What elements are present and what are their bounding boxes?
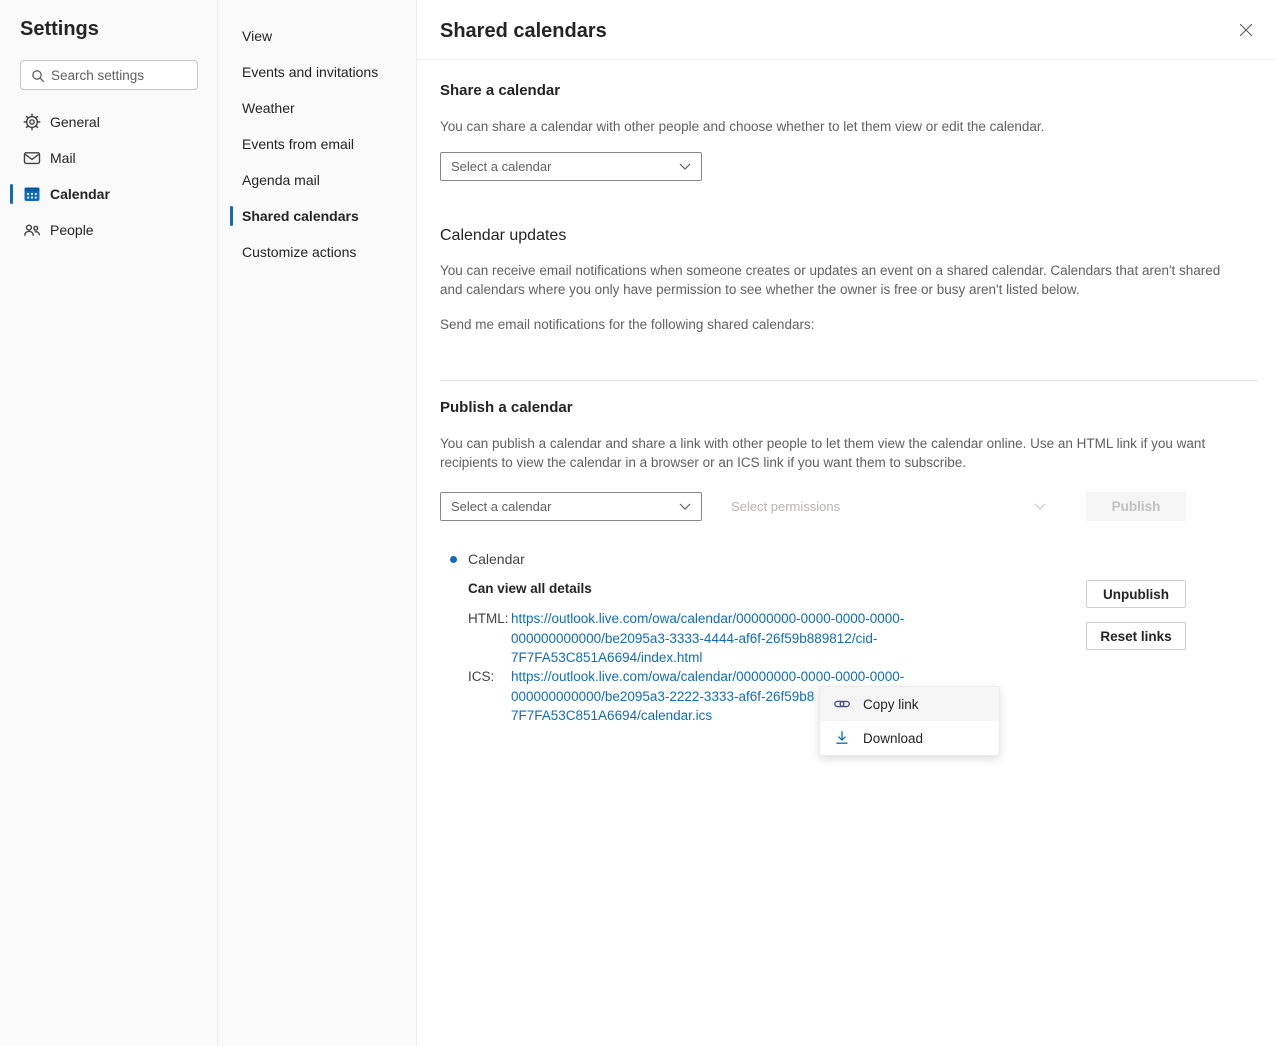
page-title: Shared calendars	[440, 20, 607, 43]
sidebar-item-mail[interactable]: Mail	[0, 140, 218, 176]
close-icon[interactable]	[1236, 20, 1256, 40]
html-link-row: HTML: https://outlook.live.com/owa/calen…	[468, 609, 904, 668]
panel-header: Shared calendars	[417, 0, 1277, 60]
calendar-updates-description: You can receive email notifications when…	[440, 261, 1240, 299]
sidebar-item-label: General	[50, 114, 100, 130]
subnav-item-weather[interactable]: Weather	[218, 90, 417, 126]
search-placeholder: Search settings	[51, 68, 144, 83]
link-context-menu: Copy link Download	[819, 686, 1000, 756]
context-menu-download[interactable]: Download	[820, 721, 999, 755]
share-calendar-select[interactable]: Select a calendar	[440, 152, 702, 181]
sidebar-nav: General Mail Calendar	[0, 104, 218, 248]
publish-calendar-select[interactable]: Select a calendar	[440, 492, 702, 521]
publish-calendar-select-value: Select a calendar	[451, 499, 679, 514]
subnav-item-events-and-invitations[interactable]: Events and invitations	[218, 54, 417, 90]
shared-calendars-panel: Shared calendars Share a calendar You ca…	[417, 0, 1277, 1046]
html-link[interactable]: https://outlook.live.com/owa/calendar/00…	[511, 609, 904, 668]
html-link-line[interactable]: https://outlook.live.com/owa/calendar/00…	[511, 609, 904, 629]
ics-link-line[interactable]: https://outlook.live.com/owa/calendar/00…	[511, 667, 904, 687]
download-icon	[833, 729, 851, 747]
sidebar-item-calendar[interactable]: Calendar	[0, 176, 218, 212]
share-calendar-select-value: Select a calendar	[451, 159, 679, 174]
published-calendar-name: Calendar	[468, 551, 525, 567]
publish-permissions-select: Select permissions	[720, 492, 1057, 521]
share-calendar-description: You can share a calendar with other peop…	[440, 117, 1240, 136]
gear-icon	[22, 112, 42, 132]
ics-label: ICS:	[468, 667, 511, 726]
settings-sidebar: Settings Search settings General Mail	[0, 0, 218, 1046]
reset-links-button[interactable]: Reset links	[1086, 622, 1186, 650]
subnav-item-events-from-email[interactable]: Events from email	[218, 126, 417, 162]
context-menu-copy-link[interactable]: Copy link	[820, 687, 999, 721]
sidebar-item-label: Calendar	[50, 186, 110, 202]
section-divider	[440, 380, 1258, 381]
mail-icon	[22, 148, 42, 168]
calendar-updates-heading: Calendar updates	[440, 227, 566, 245]
html-link-line[interactable]: 7F7FA53C851A6694/index.html	[511, 648, 904, 668]
calendar-updates-instruction: Send me email notifications for the foll…	[440, 315, 1240, 334]
published-calendar-row: Calendar	[450, 551, 525, 567]
chevron-down-icon	[679, 503, 691, 511]
context-menu-item-label: Copy link	[863, 697, 919, 712]
subnav-item-shared-calendars[interactable]: Shared calendars	[218, 198, 417, 234]
publish-button: Publish	[1086, 492, 1186, 521]
context-menu-item-label: Download	[863, 731, 923, 746]
publish-calendar-description: You can publish a calendar and share a l…	[440, 434, 1240, 472]
subnav-item-view[interactable]: View	[218, 18, 417, 54]
unpublish-button[interactable]: Unpublish	[1086, 580, 1186, 608]
html-label: HTML:	[468, 609, 511, 668]
chevron-down-icon	[1034, 503, 1046, 511]
share-calendar-heading: Share a calendar	[440, 82, 560, 99]
publish-permissions-select-value: Select permissions	[731, 499, 1034, 514]
people-icon	[22, 220, 42, 240]
subnav-item-agenda-mail[interactable]: Agenda mail	[218, 162, 417, 198]
sidebar-item-general[interactable]: General	[0, 104, 218, 140]
settings-title: Settings	[20, 18, 99, 41]
calendar-bullet	[450, 556, 457, 563]
subnav-item-customize-actions[interactable]: Customize actions	[218, 234, 417, 270]
sidebar-item-label: Mail	[50, 150, 76, 166]
chevron-down-icon	[679, 163, 691, 171]
html-link-line[interactable]: 000000000000/be2095a3-3333-4444-af6f-26f…	[511, 629, 904, 649]
search-input[interactable]: Search settings	[20, 60, 198, 90]
search-icon	[30, 68, 46, 84]
published-permission-label: Can view all details	[468, 581, 592, 596]
calendar-icon	[22, 184, 42, 204]
copy-link-icon	[833, 695, 851, 713]
publish-calendar-heading: Publish a calendar	[440, 399, 573, 416]
sidebar-item-people[interactable]: People	[0, 212, 218, 248]
sidebar-item-label: People	[50, 222, 94, 238]
calendar-settings-subnav: View Events and invitations Weather Even…	[218, 0, 417, 1046]
